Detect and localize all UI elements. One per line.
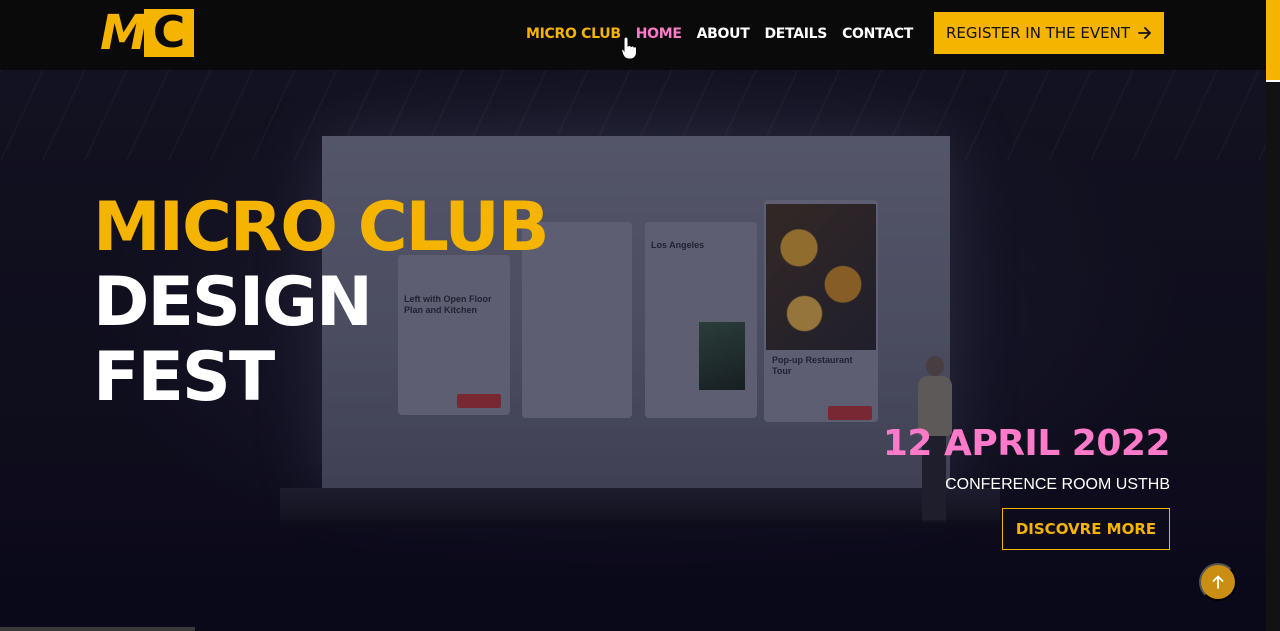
register-button[interactable]: REGISTER IN THE EVENT <box>934 12 1164 54</box>
hero-title-line-2: DESIGN <box>93 263 373 342</box>
nav-item-details[interactable]: DETAILS <box>764 25 827 43</box>
hand-cursor-icon <box>621 36 637 60</box>
nav-item-micro-club[interactable]: MICRO CLUB <box>526 25 621 43</box>
register-button-label: REGISTER IN THE EVENT <box>946 24 1130 42</box>
logo-letter-c: C <box>144 9 194 57</box>
event-date: 12 APRIL 2022 <box>882 423 1171 464</box>
site-header: M C MICRO CLUB HOME ABOUT DETAILS CONTAC… <box>0 0 1280 70</box>
scrollbar-cap <box>1266 80 1280 82</box>
event-venue: CONFERENCE ROOM USTHB <box>945 476 1170 493</box>
nav-item-about[interactable]: ABOUT <box>697 25 750 43</box>
scrollbar[interactable] <box>1266 0 1280 631</box>
hero-title-line-1: MICRO CLUB <box>93 188 550 267</box>
hero-title-line-3: FEST <box>93 338 275 417</box>
arrow-right-icon <box>1138 27 1151 39</box>
bottom-progress-bar <box>0 627 195 631</box>
site-logo[interactable]: M C <box>100 9 194 57</box>
arrow-up-icon <box>1212 575 1224 589</box>
nav-item-contact[interactable]: CONTACT <box>842 25 913 43</box>
discover-more-button[interactable]: DISCOVRE MORE <box>1002 508 1170 550</box>
main-nav: MICRO CLUB HOME ABOUT DETAILS CONTACT <box>526 25 913 43</box>
scrollbar-thumb[interactable] <box>1266 0 1280 80</box>
nav-item-home[interactable]: HOME <box>636 25 682 43</box>
scroll-to-top-button[interactable] <box>1199 563 1237 601</box>
logo-letter-m: M <box>100 5 148 61</box>
